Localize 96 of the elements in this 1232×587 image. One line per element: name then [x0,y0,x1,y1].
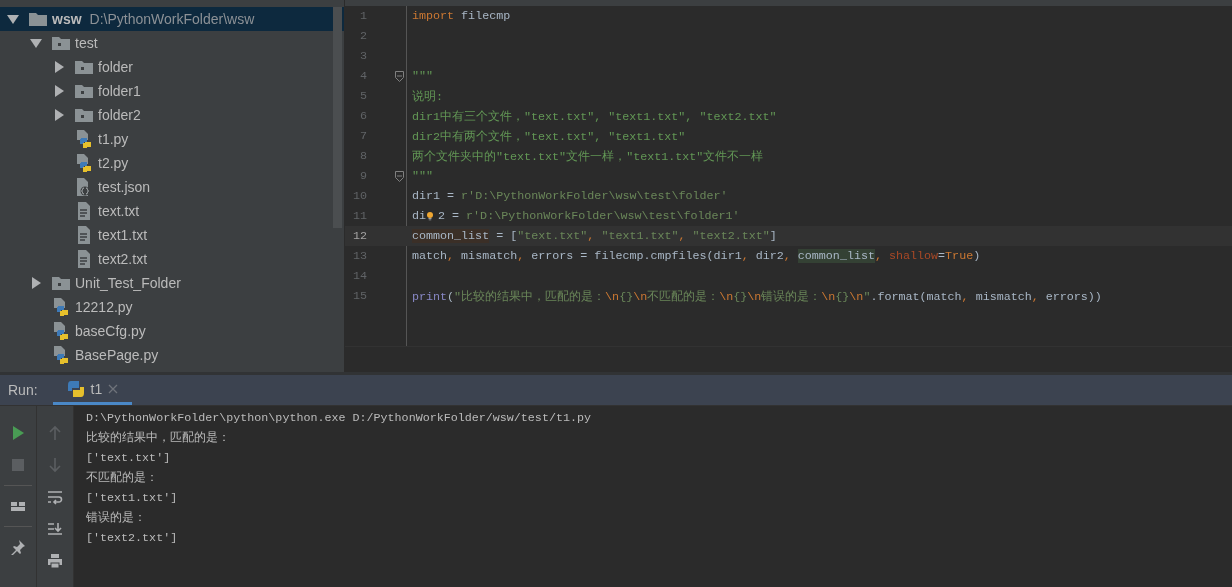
console-line: ['text1.txt'] [86,490,179,507]
python-file-icon [76,130,92,148]
print-icon[interactable] [47,553,63,569]
line-number: 15 [351,289,367,303]
code-line: """ [411,169,434,183]
tree-row[interactable]: folder1 [0,79,344,103]
tree-item-label[interactable]: text2.txt [98,251,148,267]
tree-row[interactable]: Unit_Test_Folder [0,271,344,295]
console-line: 不匹配的是： [86,470,159,487]
code-line: dir1 = r'D:\PythonWorkFolder\wsw\test\folder' [411,189,728,203]
code-line: di [411,209,427,223]
tree-row[interactable]: test [0,31,344,55]
run-icon[interactable] [10,425,26,441]
code-line: 说明: [411,88,443,104]
collapsed-arrow-icon[interactable] [53,109,65,121]
line-number: 13 [351,249,367,263]
text-file-icon [77,226,91,244]
code-line: print("比较的结果中，匹配的是：\n{}\n不匹配的是：\n{}\n错误的是：\n{}\n".format(match, mismatch, errors)) [411,288,1102,304]
run-label: Run: [7,382,39,398]
expanded-arrow-icon[interactable] [30,37,42,49]
tree-row[interactable]: t2.py [0,151,344,175]
tree-item-label[interactable]: text1.txt [98,227,148,243]
python-file-icon [76,154,92,172]
tree-item-label[interactable]: 12212.py [75,299,133,315]
console-line: 错误的是： [86,510,147,527]
pin-icon[interactable] [10,539,26,555]
tree-row[interactable]: text1.txt [0,223,344,247]
line-number: 9 [359,169,367,183]
tree-item-label[interactable]: folder [98,59,134,75]
tree-item-label[interactable]: test.json [98,179,151,195]
tree-item-label[interactable]: t2.py [98,155,129,171]
json-file-icon [76,178,92,196]
tree-row[interactable]: baseCfg.py [0,319,344,343]
folder-icon [75,84,93,98]
console-line: ['text.txt'] [86,450,172,467]
tree-item-label[interactable]: BasePage.py [75,347,159,363]
code-line: dir1中有三个文件，"text.txt", "text1.txt", "text2.txt" [411,108,777,124]
tree-row[interactable]: folder2 [0,103,344,127]
line-number: 7 [359,129,367,143]
scrollbar[interactable] [333,7,342,228]
scroll-to-end-icon[interactable] [47,521,63,537]
fold-marker-icon[interactable] [395,170,404,182]
tree-row[interactable]: folder [0,55,344,79]
python-file-icon [53,322,69,340]
tree-item-label[interactable]: Unit_Test_Folder [75,275,181,291]
python-file-icon [53,298,69,316]
tree-item-label[interactable]: test [75,35,98,51]
console-line: 比较的结果中，匹配的是： [86,430,231,447]
folder-icon [52,276,70,290]
tree-item-label[interactable]: text.txt [98,203,140,219]
collapsed-arrow-icon[interactable] [53,61,65,73]
expanded-arrow-icon[interactable] [7,13,19,25]
code-line: dir2中有两个文件，"text.txt", "text1.txt" [411,128,686,144]
code-line: common_list = ["text.txt", "text1.txt", "text2.txt"] [411,229,777,243]
tree-row[interactable]: t1.py [0,127,344,151]
code-line: 2 = r'D:\PythonWorkFolder\wsw\test\folder1' [437,209,740,223]
folder-path: D:\PythonWorkFolder\wsw [89,11,255,27]
tree-row[interactable]: wsw D:\PythonWorkFolder\wsw [0,7,344,31]
folder-icon [52,36,70,50]
folder-icon [75,60,93,74]
text-file-icon [77,202,91,220]
line-number: 6 [359,109,367,123]
soft-wrap-icon[interactable] [47,489,63,505]
code-line: """ [411,69,434,83]
tree-item-label[interactable]: t1.py [98,131,129,147]
code-line: import filecmp [411,9,511,23]
tree-row[interactable]: test.json [0,175,344,199]
collapsed-arrow-icon[interactable] [53,85,65,97]
console-line: D:\PythonWorkFolder\python\python.exe D:/PythonWorkFolder/wsw/test/t1.py [86,410,591,427]
folder-icon [29,12,47,26]
tree-item-label[interactable]: folder1 [98,83,141,99]
line-number: 8 [359,149,367,163]
code-line: 两个文件夹中的"text.txt"文件一样，"text1.txt"文件不一样 [411,148,764,164]
line-number: 2 [359,29,367,43]
python-icon [66,379,85,398]
tree-row[interactable]: BasePage.py [0,343,344,367]
tree-row[interactable]: 12212.py [0,295,344,319]
run-tab[interactable]: t1 [52,375,133,405]
tree-row[interactable]: text2.txt [0,247,344,271]
line-number: 12 [351,229,367,243]
console-line: ['text2.txt'] [86,530,179,547]
folder-icon [75,108,93,122]
code-line: match, mismatch, errors = filecmp.cmpfiles(dir1, dir2, common_list, shallow=True) [411,249,981,263]
tree-row[interactable]: text.txt [0,199,344,223]
python-file-icon [53,346,69,364]
collapsed-arrow-icon[interactable] [30,277,42,289]
line-number: 5 [359,89,367,103]
line-number: 4 [359,69,367,83]
text-file-icon [77,250,91,268]
tree-item-label[interactable]: folder2 [98,107,141,123]
tree-item-label[interactable]: wsw [52,11,82,27]
fold-marker-icon[interactable] [395,70,404,82]
line-number: 14 [351,269,367,283]
tree-item-label[interactable]: baseCfg.py [75,323,146,339]
line-number: 10 [351,189,367,203]
line-number: 3 [359,49,367,63]
